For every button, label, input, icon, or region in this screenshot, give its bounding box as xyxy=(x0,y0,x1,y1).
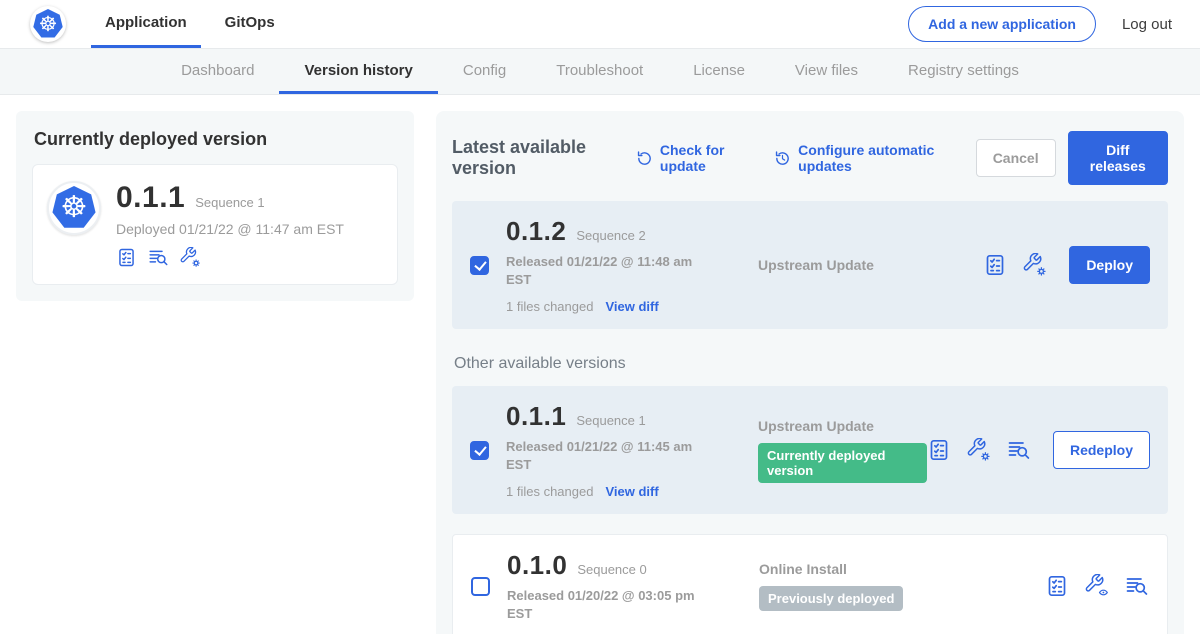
kubernetes-logo-icon xyxy=(30,6,66,42)
previously-deployed-badge: Previously deployed xyxy=(759,586,903,611)
redeploy-button[interactable]: Redeploy xyxy=(1053,431,1150,469)
view-diff-link[interactable]: View diff xyxy=(605,484,658,499)
latest-version-title: Latest available version xyxy=(452,137,614,179)
top-tab-bar: Application GitOps xyxy=(86,0,294,48)
version-source: Upstream Update Currently deployed versi… xyxy=(706,418,927,483)
version-info: 0.1.0 Sequence 0 Released 01/20/22 @ 03:… xyxy=(507,550,707,622)
source-label: Upstream Update xyxy=(758,257,983,273)
subnav-tab-registry-settings[interactable]: Registry settings xyxy=(883,49,1044,94)
version-checkbox[interactable] xyxy=(470,256,489,275)
kubernetes-heptagon xyxy=(33,9,63,39)
version-number: 0.1.2 xyxy=(506,216,566,247)
check-for-update-label: Check for update xyxy=(660,142,746,174)
currently-deployed-badge: Currently deployed version xyxy=(758,443,927,483)
checklist-icon[interactable] xyxy=(927,438,951,462)
version-info: 0.1.2 Sequence 2 Released 01/21/22 @ 11:… xyxy=(506,216,706,314)
version-number: 0.1.1 xyxy=(506,401,566,432)
currently-deployed-panel: Currently deployed version 0.1.1 Sequenc… xyxy=(16,111,414,301)
checklist-icon[interactable] xyxy=(116,247,137,268)
subnav-tab-config[interactable]: Config xyxy=(438,49,531,94)
sequence-label: Sequence 0 xyxy=(577,562,646,577)
version-row-0-1-2: 0.1.2 Sequence 2 Released 01/21/22 @ 11:… xyxy=(452,201,1168,329)
files-changed-label: 1 files changed xyxy=(506,299,593,314)
file-search-icon[interactable] xyxy=(1007,438,1031,462)
version-source: Upstream Update xyxy=(706,257,983,273)
version-row-0-1-1: 0.1.1 Sequence 1 Released 01/21/22 @ 11:… xyxy=(452,386,1168,514)
released-timestamp: Released 01/21/22 @ 11:48 am EST xyxy=(506,253,702,288)
subnav-tab-version-history[interactable]: Version history xyxy=(279,49,437,94)
add-application-button[interactable]: Add a new application xyxy=(908,6,1096,42)
version-checkbox[interactable] xyxy=(470,441,489,460)
subnav-tab-troubleshoot[interactable]: Troubleshoot xyxy=(531,49,668,94)
wrench-gear-icon[interactable] xyxy=(180,247,201,268)
configure-updates-label: Configure automatic updates xyxy=(798,142,948,174)
check-for-update-link[interactable]: Check for update xyxy=(636,142,746,174)
configure-updates-link[interactable]: Configure automatic updates xyxy=(774,142,948,174)
version-number: 0.1.0 xyxy=(507,550,567,581)
version-source: Online Install Previously deployed xyxy=(707,561,1045,611)
top-tab-gitops[interactable]: GitOps xyxy=(211,0,289,48)
version-history-panel: Latest available version Check for updat… xyxy=(436,111,1184,634)
deployed-version-card: 0.1.1 Sequence 1 Deployed 01/21/22 @ 11:… xyxy=(32,164,398,285)
top-tab-application[interactable]: Application xyxy=(91,0,201,48)
diff-releases-button[interactable]: Diff releases xyxy=(1068,131,1168,185)
top-nav: Application GitOps Add a new application… xyxy=(0,0,1200,48)
cancel-button[interactable]: Cancel xyxy=(976,139,1056,177)
deployed-version-number: 0.1.1 xyxy=(116,181,185,215)
version-actions xyxy=(1045,574,1149,598)
version-row-0-1-0: 0.1.0 Sequence 0 Released 01/20/22 @ 03:… xyxy=(452,534,1168,634)
helm-wheel-glyph xyxy=(39,14,58,35)
other-versions-title: Other available versions xyxy=(454,355,1166,373)
version-info: 0.1.1 Sequence 1 Released 01/21/22 @ 11:… xyxy=(506,401,706,499)
deploy-button[interactable]: Deploy xyxy=(1069,246,1150,284)
version-actions: Redeploy xyxy=(927,431,1150,469)
logout-link[interactable]: Log out xyxy=(1122,16,1172,33)
deployed-panel-title: Currently deployed version xyxy=(34,129,396,150)
view-diff-link[interactable]: View diff xyxy=(605,299,658,314)
wrench-eye-icon[interactable] xyxy=(1085,574,1109,598)
deployed-timestamp: Deployed 01/21/22 @ 11:47 am EST xyxy=(116,221,344,237)
kubernetes-app-icon xyxy=(47,181,101,235)
file-search-icon[interactable] xyxy=(1125,574,1149,598)
sequence-label: Sequence 1 xyxy=(576,413,645,428)
version-actions: Deploy xyxy=(983,246,1150,284)
subnav-tab-view-files[interactable]: View files xyxy=(770,49,883,94)
row-gap xyxy=(452,514,1168,534)
available-versions-header: Latest available version Check for updat… xyxy=(452,131,1168,185)
deployed-sequence-label: Sequence 1 xyxy=(195,195,264,210)
app-sub-nav: Dashboard Version history Config Trouble… xyxy=(0,48,1200,95)
checklist-icon[interactable] xyxy=(983,253,1007,277)
released-timestamp: Released 01/20/22 @ 03:05 pm EST xyxy=(507,587,703,622)
files-changed-label: 1 files changed xyxy=(506,484,593,499)
source-label: Upstream Update xyxy=(758,418,927,434)
subnav-tab-license[interactable]: License xyxy=(668,49,770,94)
helm-wheel-glyph xyxy=(61,193,88,223)
main-content: Currently deployed version 0.1.1 Sequenc… xyxy=(0,95,1200,634)
released-timestamp: Released 01/21/22 @ 11:45 am EST xyxy=(506,438,702,473)
version-checkbox[interactable] xyxy=(471,577,490,596)
refresh-icon xyxy=(636,150,653,167)
file-search-icon[interactable] xyxy=(148,247,169,268)
clock-refresh-icon xyxy=(774,150,791,167)
kubernetes-heptagon xyxy=(52,186,96,230)
subnav-tab-dashboard[interactable]: Dashboard xyxy=(156,49,279,94)
source-label: Online Install xyxy=(759,561,1045,577)
checklist-icon[interactable] xyxy=(1045,574,1069,598)
sequence-label: Sequence 2 xyxy=(576,228,645,243)
wrench-gear-icon[interactable] xyxy=(967,438,991,462)
wrench-gear-icon[interactable] xyxy=(1023,253,1047,277)
